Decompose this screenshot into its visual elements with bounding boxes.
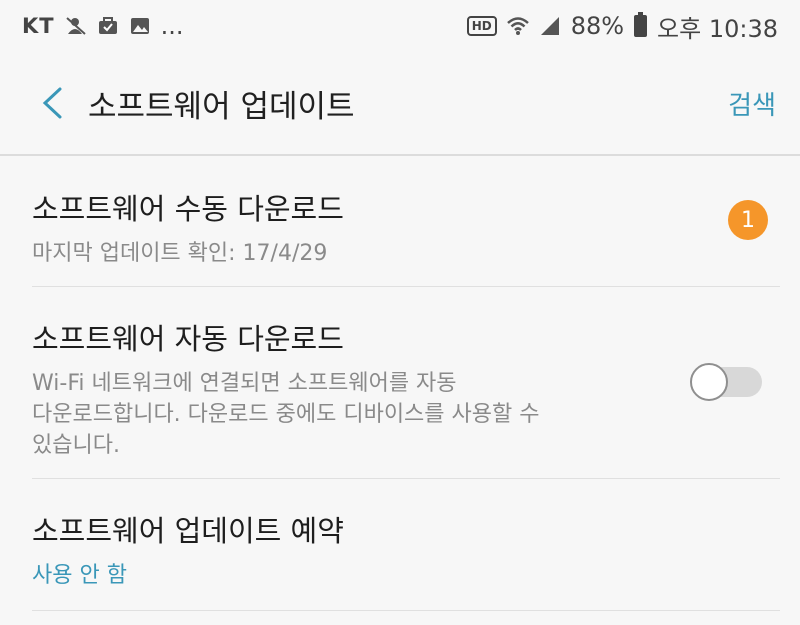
clock: 오후 10:38 bbox=[657, 14, 778, 43]
auto-download-toggle[interactable] bbox=[690, 363, 764, 401]
schedule-update-title: 소프트웨어 업데이트 예약 bbox=[32, 514, 344, 548]
search-button[interactable]: 검색 bbox=[728, 85, 776, 122]
carrier-label: KT bbox=[22, 14, 55, 38]
battery-icon bbox=[634, 12, 648, 37]
briefcase-icon bbox=[98, 17, 117, 34]
schedule-update-status: 사용 안 함 bbox=[32, 563, 127, 588]
more-notifications: ... bbox=[160, 12, 184, 40]
silent-icon bbox=[65, 17, 86, 35]
wifi-icon bbox=[506, 17, 529, 35]
auto-download-description-line: 다운로드합니다. 다운로드 중에도 디바이스를 사용할 수 bbox=[32, 402, 540, 427]
status-bar-left: KT ... bbox=[22, 12, 184, 40]
auto-download-description: Wi-Fi 네트워크에 연결되면 소프트웨어를 자동 다운로드합니다. 다운로드… bbox=[32, 368, 672, 461]
back-button[interactable] bbox=[22, 73, 82, 133]
chevron-left-icon bbox=[42, 87, 62, 119]
app-bar-divider bbox=[0, 154, 800, 156]
status-bar-right: HD 88% 오후 10:38 bbox=[466, 9, 778, 44]
last-update-check: 마지막 업데이트 확인: 17/4/29 bbox=[32, 241, 328, 266]
update-count-badge: 1 bbox=[728, 200, 768, 240]
signal-icon bbox=[540, 17, 559, 35]
page-title: 소프트웨어 업데이트 bbox=[88, 88, 355, 125]
app-bar: 소프트웨어 업데이트 검색 bbox=[0, 52, 800, 154]
divider bbox=[32, 478, 780, 479]
hd-voice-icon: HD bbox=[466, 16, 497, 36]
image-icon bbox=[130, 18, 149, 34]
divider bbox=[32, 286, 780, 287]
auto-download-title: 소프트웨어 자동 다운로드 bbox=[32, 322, 344, 356]
status-bar: KT ... HD 88% 오후 10:38 bbox=[0, 0, 800, 52]
battery-percent: 88% bbox=[570, 12, 625, 40]
divider bbox=[32, 610, 780, 611]
schedule-update-item[interactable]: 소프트웨어 업데이트 예약 사용 안 함 bbox=[32, 508, 780, 591]
manual-download-item[interactable]: 소프트웨어 수동 다운로드 마지막 업데이트 확인: 17/4/29 bbox=[32, 186, 780, 269]
manual-download-title: 소프트웨어 수동 다운로드 bbox=[32, 192, 344, 226]
auto-download-item[interactable]: 소프트웨어 자동 다운로드 Wi-Fi 네트워크에 연결되면 소프트웨어를 자동… bbox=[32, 316, 672, 461]
auto-download-description-line: 있습니다. bbox=[32, 433, 120, 458]
toggle-knob bbox=[690, 363, 728, 401]
auto-download-description-line: Wi-Fi 네트워크에 연결되면 소프트웨어를 자동 bbox=[32, 371, 457, 396]
